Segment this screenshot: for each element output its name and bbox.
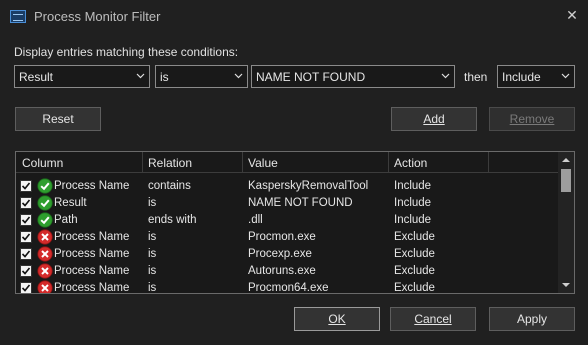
header-divider[interactable] (388, 152, 389, 173)
header-relation[interactable]: Relation (148, 156, 192, 170)
row-checkbox[interactable] (20, 180, 32, 192)
cell-column: Result (54, 197, 87, 209)
apply-button[interactable]: Apply (489, 307, 575, 331)
chevron-down-icon (234, 71, 243, 80)
chevron-down-icon (441, 71, 450, 80)
cell-column: Process Name (54, 282, 130, 294)
column-select[interactable]: Result (14, 65, 150, 88)
red-x-circle-icon (37, 246, 53, 262)
scroll-down-icon[interactable] (558, 277, 574, 293)
relation-select[interactable]: is (155, 65, 248, 88)
cell-action: Exclude (394, 248, 435, 260)
cancel-button-label: Cancel (414, 312, 452, 326)
cell-column: Process Name (54, 248, 130, 260)
column-select-value: Result (19, 70, 54, 84)
cell-action: Include (394, 197, 432, 209)
header-value[interactable]: Value (248, 156, 278, 170)
header-divider[interactable] (488, 152, 489, 173)
ok-button[interactable]: OK (294, 307, 380, 331)
reset-button[interactable]: Reset (15, 107, 101, 131)
cell-value: Procmon64.exe (248, 282, 329, 294)
green-check-circle-icon (37, 212, 53, 228)
cell-column: Process Name (54, 180, 130, 192)
table-row[interactable]: Path ends with .dll Include (16, 212, 558, 229)
header-action[interactable]: Action (394, 156, 427, 170)
cell-relation: is (148, 265, 157, 277)
cell-value: Procexp.exe (248, 248, 312, 260)
table-row[interactable]: Result is NAME NOT FOUND Include (16, 195, 558, 212)
cell-action: Exclude (394, 282, 435, 294)
close-icon[interactable]: ✕ (565, 8, 579, 22)
green-check-circle-icon (37, 195, 53, 211)
cell-action: Exclude (394, 265, 435, 277)
green-check-circle-icon (37, 178, 53, 194)
value-select-value: NAME NOT FOUND (256, 70, 366, 84)
chevron-down-icon (136, 71, 145, 80)
action-select[interactable]: Include (497, 65, 575, 88)
add-button-label: Add (423, 112, 445, 126)
cell-value: KasperskyRemovalTool (248, 180, 369, 192)
cancel-button[interactable]: Cancel (390, 307, 476, 331)
window-title: Process Monitor Filter (34, 9, 161, 24)
row-checkbox[interactable] (20, 282, 32, 293)
cell-value: .dll (248, 214, 263, 226)
then-label: then (464, 70, 488, 84)
scroll-up-icon[interactable] (558, 152, 574, 168)
app-icon (10, 10, 26, 23)
cell-action: Include (394, 214, 432, 226)
cell-value: Autoruns.exe (248, 265, 316, 277)
conditions-label: Display entries matching these condition… (14, 45, 239, 59)
cell-relation: is (148, 248, 157, 260)
cell-column: Path (54, 214, 78, 226)
row-checkbox[interactable] (20, 214, 32, 226)
title-bar: Process Monitor Filter ✕ (0, 0, 588, 33)
cell-value: Procmon.exe (248, 231, 316, 243)
filter-list[interactable]: Column Relation Value Action Process Nam… (15, 151, 575, 294)
cell-column: Process Name (54, 231, 130, 243)
row-checkbox[interactable] (20, 248, 32, 260)
row-checkbox[interactable] (20, 265, 32, 277)
vertical-scrollbar[interactable] (558, 152, 574, 293)
cell-relation: is (148, 197, 157, 209)
red-x-circle-icon (37, 280, 53, 293)
remove-button-label: Remove (509, 112, 555, 126)
table-row[interactable]: Process Name is Procmon64.exe Exclude (16, 280, 558, 294)
table-row[interactable]: Process Name contains KasperskyRemovalTool… (16, 178, 558, 195)
header-divider[interactable] (242, 152, 243, 173)
cell-action: Include (394, 180, 432, 192)
cell-relation: contains (148, 180, 191, 192)
cell-relation: ends with (148, 214, 197, 226)
list-header: Column Relation Value Action (16, 152, 558, 173)
red-x-circle-icon (37, 263, 53, 279)
red-x-circle-icon (37, 229, 53, 245)
relation-select-value: is (160, 70, 169, 84)
remove-button[interactable]: Remove (489, 107, 575, 131)
cell-relation: is (148, 282, 157, 294)
add-button[interactable]: Add (391, 107, 477, 131)
action-select-value: Include (502, 70, 541, 84)
table-row[interactable]: Process Name is Autoruns.exe Exclude (16, 263, 558, 280)
chevron-down-icon (561, 71, 570, 80)
cell-value: NAME NOT FOUND (248, 197, 353, 209)
cell-action: Exclude (394, 231, 435, 243)
header-column[interactable]: Column (22, 156, 63, 170)
row-checkbox[interactable] (20, 231, 32, 243)
cell-relation: is (148, 231, 157, 243)
ok-button-label: OK (328, 312, 346, 326)
table-row[interactable]: Process Name is Procmon.exe Exclude (16, 229, 558, 246)
scrollbar-thumb[interactable] (561, 169, 571, 192)
table-row[interactable]: Process Name is Procexp.exe Exclude (16, 246, 558, 263)
value-select[interactable]: NAME NOT FOUND (251, 65, 455, 88)
cell-column: Process Name (54, 265, 130, 277)
row-checkbox[interactable] (20, 197, 32, 209)
header-divider[interactable] (142, 152, 143, 173)
